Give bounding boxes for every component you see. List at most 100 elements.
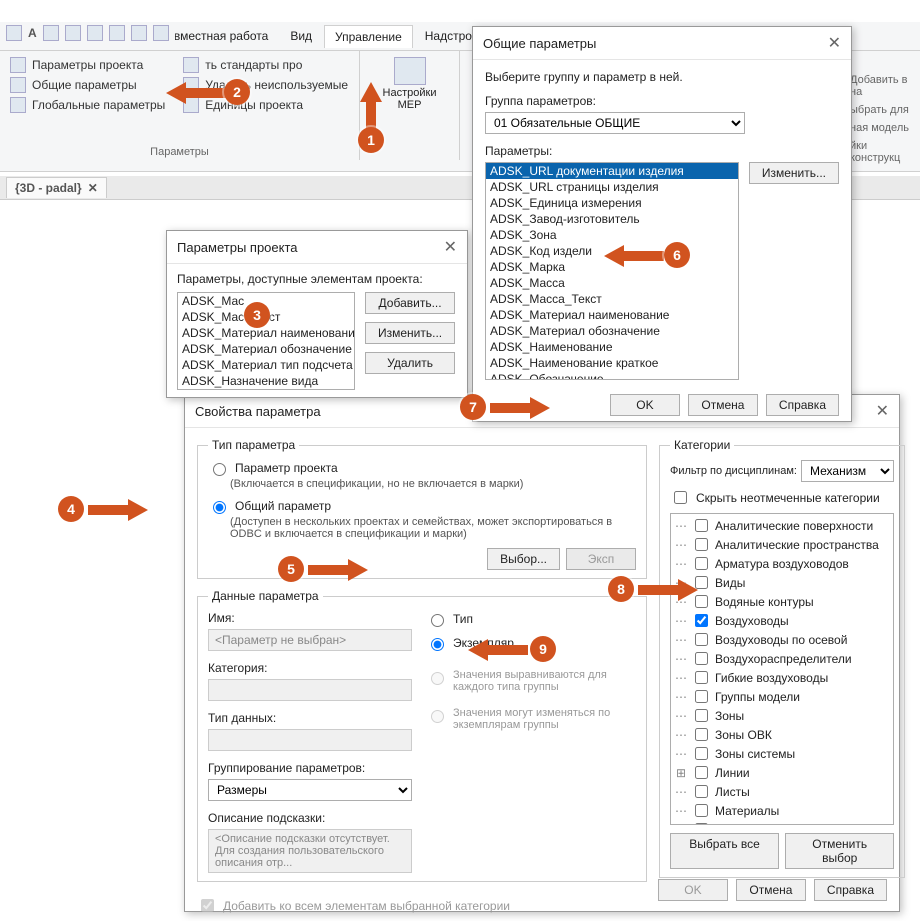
tree-checkbox[interactable] xyxy=(695,690,708,703)
list-item[interactable]: ADSK_Материал наименование xyxy=(178,325,354,341)
list-item[interactable]: ADSK_Наименование xyxy=(178,389,354,390)
help-button[interactable]: Справка xyxy=(814,879,887,901)
close-icon[interactable]: ✕ xyxy=(828,33,841,53)
qat-icon[interactable] xyxy=(131,25,147,41)
ribbon-shared-parameters[interactable]: Общие параметры xyxy=(10,77,165,93)
delete-button[interactable]: Удалить xyxy=(365,352,455,374)
add-button[interactable]: Добавить... xyxy=(365,292,455,314)
list-item[interactable]: ADSK_Наименование краткое xyxy=(486,355,738,371)
select-button[interactable]: Выбор... xyxy=(487,548,560,570)
tree-checkbox[interactable] xyxy=(695,823,708,825)
tree-item[interactable]: ⋯Материалы xyxy=(673,801,891,820)
list-item[interactable]: ADSK_Обозначение xyxy=(486,371,738,380)
tree-checkbox[interactable] xyxy=(695,747,708,760)
category-tree[interactable]: ⋯Аналитические поверхности⋯Аналитические… xyxy=(670,513,894,825)
list-item[interactable]: ADSK_URL документации изделия xyxy=(486,163,738,179)
tree-item[interactable]: ⋯Аналитические пространства xyxy=(673,535,891,554)
tree-item[interactable]: ⊞Линии xyxy=(673,763,891,782)
ribbon-clipped-item[interactable]: Добавить в на xyxy=(850,74,920,98)
qat-icon[interactable] xyxy=(65,25,81,41)
list-item[interactable]: ADSK_URL страницы изделия xyxy=(486,179,738,195)
tree-label: Материалы внутренней изоляц xyxy=(715,823,889,826)
ok-button[interactable]: OK xyxy=(610,394,680,416)
tree-checkbox[interactable] xyxy=(695,728,708,741)
list-item[interactable]: ADSK_Назначение вида xyxy=(178,373,354,389)
tree-checkbox[interactable] xyxy=(695,614,708,627)
discipline-filter[interactable]: Механизм xyxy=(801,460,894,482)
tree-checkbox[interactable] xyxy=(695,671,708,684)
qat-icon[interactable] xyxy=(153,25,169,41)
tree-checkbox[interactable] xyxy=(695,519,708,532)
list-item[interactable]: ADSK_Зона xyxy=(486,227,738,243)
shared-params-list[interactable]: ADSK_URL документации изделияADSK_URL ст… xyxy=(485,162,739,380)
group-legend: Тип параметра xyxy=(208,438,299,452)
tree-item[interactable]: ⋯Гибкие воздуховоды xyxy=(673,668,891,687)
qat-icon[interactable] xyxy=(109,25,125,41)
close-icon[interactable]: ✕ xyxy=(876,401,889,421)
list-item[interactable]: ADSK_Наименование xyxy=(486,339,738,355)
select-all-button[interactable]: Выбрать все xyxy=(670,833,779,869)
edit-button[interactable]: Изменить... xyxy=(365,322,455,344)
ribbon-global-parameters[interactable]: Глобальные параметры xyxy=(10,97,165,113)
tree-label: Группы модели xyxy=(715,690,800,704)
list-item[interactable]: ADSK_Материал наименование xyxy=(486,307,738,323)
tree-item[interactable]: ⋯Зоны xyxy=(673,706,891,725)
list-item[interactable]: ADSK_Масса xyxy=(486,275,738,291)
tree-label: Арматура воздуховодов xyxy=(715,557,849,571)
deselect-all-button[interactable]: Отменить выбор xyxy=(785,833,894,869)
tree-item[interactable]: ⋯Листы xyxy=(673,782,891,801)
tree-checkbox[interactable] xyxy=(695,652,708,665)
ribbon-clipped-item[interactable]: ная модель xyxy=(850,122,920,134)
ribbon-clipped-item[interactable]: йки конструкц xyxy=(850,140,920,164)
list-item[interactable]: ADSK_Материал обозначение xyxy=(178,341,354,357)
tree-checkbox[interactable] xyxy=(695,785,708,798)
close-icon[interactable]: ✕ xyxy=(444,237,457,257)
qat-icon[interactable] xyxy=(43,25,59,41)
tab-manage[interactable]: Управление xyxy=(324,25,413,48)
list-item[interactable]: ADSK_Завод-изготовитель xyxy=(486,211,738,227)
qat-icon[interactable] xyxy=(87,25,103,41)
tree-checkbox[interactable] xyxy=(695,557,708,570)
list-item[interactable]: ADSK_Единица измерения xyxy=(486,195,738,211)
document-tab[interactable]: {3D - padal} ✕ xyxy=(6,177,107,198)
param-group-select[interactable]: 01 Обязательные ОБЩИЕ xyxy=(485,112,745,134)
arrow-icon xyxy=(166,80,226,106)
tree-item[interactable]: ⋯Аналитические поверхности xyxy=(673,516,891,535)
tree-item[interactable]: ⋯Воздуховоды по осевой xyxy=(673,630,891,649)
tree-checkbox[interactable] xyxy=(695,633,708,646)
tree-item[interactable]: ⋯Воздуховоды xyxy=(673,611,891,630)
radio-shared-param[interactable]: Общий параметр xyxy=(208,498,636,514)
tree-item[interactable]: ⋯Виды xyxy=(673,573,891,592)
grouping-select[interactable]: Размеры xyxy=(208,779,412,801)
ribbon-project-parameters[interactable]: Параметры проекта xyxy=(10,57,165,73)
radio-type[interactable]: Тип xyxy=(426,611,636,627)
datatype-field xyxy=(208,729,412,751)
ribbon-clipped-item[interactable]: ыбрать для xyxy=(850,104,920,116)
qat-icon[interactable] xyxy=(6,25,22,41)
list-item[interactable]: ADSK_Материал тип подсчета xyxy=(178,357,354,373)
tab-view[interactable]: Вид xyxy=(280,25,322,47)
tree-item[interactable]: ⋯Арматура воздуховодов xyxy=(673,554,891,573)
tree-checkbox[interactable] xyxy=(695,538,708,551)
tree-item[interactable]: ⋯Зоны системы xyxy=(673,744,891,763)
tree-checkbox[interactable] xyxy=(695,709,708,722)
list-item[interactable]: ADSK_Масса_Текст xyxy=(486,291,738,307)
radio-project-param[interactable]: Параметр проекта xyxy=(208,460,636,476)
tree-checkbox[interactable] xyxy=(695,804,708,817)
close-icon[interactable]: ✕ xyxy=(88,181,98,195)
cancel-button[interactable]: Отмена xyxy=(736,879,806,901)
list-item[interactable]: ADSK_Материал обозначение xyxy=(486,323,738,339)
tree-checkbox[interactable] xyxy=(695,766,708,779)
ribbon-transfer-standards[interactable]: ть стандарты про xyxy=(183,57,348,73)
tree-label: Зоны системы xyxy=(715,747,795,761)
tree-item[interactable]: ⋯Воздухораспределители xyxy=(673,649,891,668)
edit-button[interactable]: Изменить... xyxy=(749,162,839,184)
tree-item[interactable]: ⋯Материалы внутренней изоляц xyxy=(673,820,891,825)
help-button[interactable]: Справка xyxy=(766,394,839,416)
tree-item[interactable]: ⋯Зоны ОВК xyxy=(673,725,891,744)
chk-hide-unchecked[interactable]: Скрыть неотмеченные категории xyxy=(670,488,894,507)
tree-item[interactable]: ⋯Водяные контуры xyxy=(673,592,891,611)
tree-item[interactable]: ⋯Группы модели xyxy=(673,687,891,706)
arrow-icon xyxy=(308,557,368,583)
cancel-button[interactable]: Отмена xyxy=(688,394,758,416)
